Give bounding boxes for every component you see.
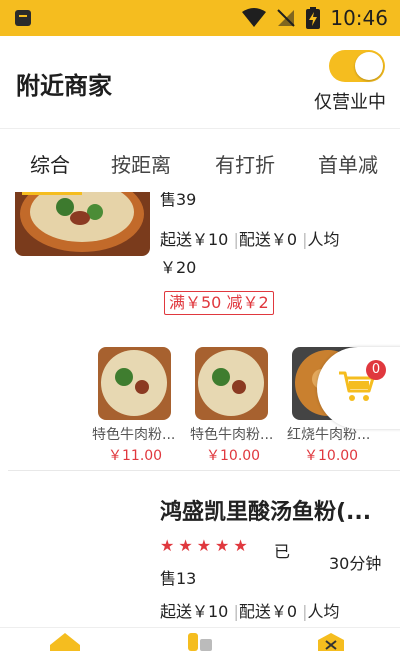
dish-price: ￥10.00: [206, 448, 261, 464]
sold-prefix: 已: [274, 542, 291, 561]
toggle-knob: [355, 52, 383, 80]
tab-first-order[interactable]: 首单减: [318, 149, 378, 178]
page-title: 附近商家: [16, 72, 112, 100]
sort-tabs: 综合 按距离 有打折 首单减: [0, 128, 400, 193]
min-order: 起送￥10: [160, 230, 229, 249]
per-capita-value: ￥20: [160, 258, 197, 277]
shop2-fees: 起送￥10 |配送￥0 |人均: [160, 598, 340, 622]
delivery-fee: 配送￥0: [238, 602, 298, 621]
per-capita-label: 人均: [307, 230, 340, 249]
no-signal-icon: [277, 9, 296, 27]
sold-count: 售13: [160, 569, 197, 588]
delivery-fee: 配送￥0: [238, 230, 298, 249]
home-nav-icon[interactable]: [50, 633, 80, 651]
profile-nav-icon[interactable]: [318, 633, 344, 651]
tab-discount[interactable]: 有打折: [215, 149, 275, 178]
clock: 10:46: [330, 6, 388, 30]
per-capita-label: 人均: [307, 602, 340, 621]
dish-price: ￥10.00: [304, 448, 359, 464]
promo-badge: 满￥50 减￥2: [164, 291, 274, 315]
shop1-fees: 起送￥10 |配送￥0 |人均: [160, 226, 340, 250]
open-only-toggle[interactable]: [329, 50, 385, 82]
dish-name: 特色牛肉粉...: [92, 427, 176, 443]
bottom-nav: [0, 627, 400, 651]
battery-charging-icon: [306, 7, 321, 29]
status-bar: 10:46: [0, 0, 400, 36]
rating-stars: ★★★★★: [160, 536, 252, 555]
dish-name: 特色牛肉粉...: [190, 427, 274, 443]
cart-button[interactable]: [317, 347, 400, 429]
shop-image[interactable]: [15, 192, 150, 256]
open-only-label: 仅营业中: [314, 92, 386, 113]
cart-count-badge: 0: [366, 360, 386, 380]
scroll-indicator: [22, 192, 82, 195]
shop-name[interactable]: 鸿盛凯里酸汤鱼粉(...: [160, 494, 371, 526]
tab-comprehensive[interactable]: 综合: [30, 149, 70, 178]
min-order: 起送￥10: [160, 602, 229, 621]
sold-count: 售39: [160, 192, 197, 209]
app-notification-icon: [15, 10, 31, 26]
dish-image[interactable]: [195, 347, 268, 420]
orders-nav-icon[interactable]: [180, 633, 216, 651]
dish-price: ￥11.00: [108, 448, 163, 464]
delivery-time: 30分钟: [329, 554, 382, 573]
wifi-icon: [242, 8, 267, 27]
list-divider: [8, 470, 400, 471]
header: 附近商家 仅营业中: [0, 36, 400, 126]
tab-distance[interactable]: 按距离: [111, 149, 171, 178]
dish-image[interactable]: [98, 347, 171, 420]
